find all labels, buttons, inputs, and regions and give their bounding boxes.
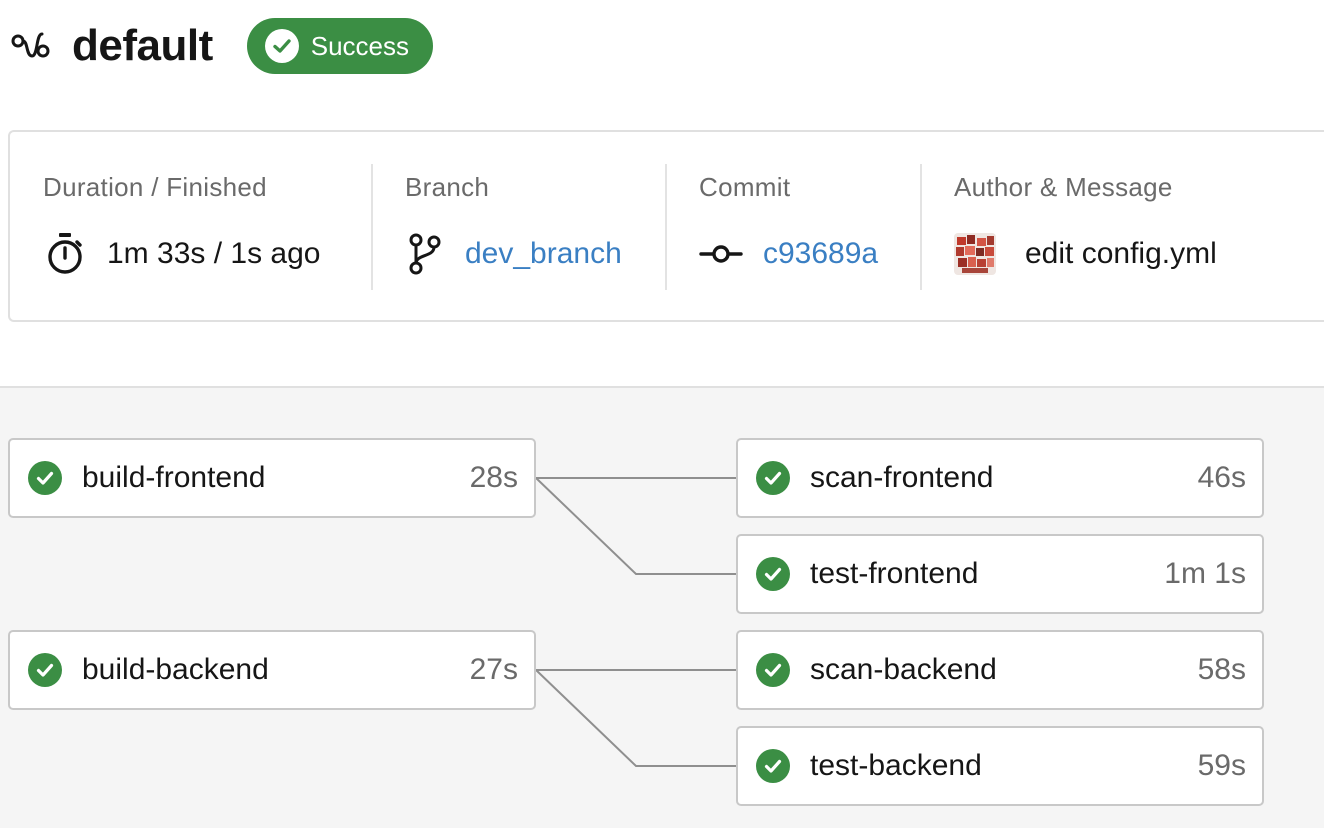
workflow-info-card: Duration / Finished 1m 33s / 1s ago Bran… xyxy=(8,130,1324,322)
commit-label: Commit xyxy=(699,172,791,202)
branch-icon xyxy=(405,232,445,276)
job-name: scan-backend xyxy=(810,653,997,686)
job-duration: 1m 1s xyxy=(1164,557,1246,590)
success-check-icon xyxy=(28,653,62,687)
job-name: test-backend xyxy=(810,749,982,782)
duration-label: Duration / Finished xyxy=(43,172,267,202)
duration-value: 1m 33s / 1s ago xyxy=(107,237,321,270)
success-check-icon xyxy=(756,461,790,495)
branch-label: Branch xyxy=(405,172,490,202)
duration-row: 1m 33s / 1s ago xyxy=(43,230,320,278)
job-duration: 58s xyxy=(1197,653,1246,686)
job-duration: 27s xyxy=(469,653,518,686)
status-label: Success xyxy=(310,30,409,61)
job-build-frontend[interactable]: build-frontend 28s xyxy=(8,438,536,518)
success-check-icon xyxy=(28,461,62,495)
job-name: build-backend xyxy=(82,653,269,686)
job-build-backend[interactable]: build-backend 27s xyxy=(8,630,536,710)
section-divider xyxy=(371,164,373,290)
job-duration: 59s xyxy=(1197,749,1246,782)
commit-row: c93689a xyxy=(699,230,878,278)
workflow-title: default xyxy=(72,21,213,70)
branch-link[interactable]: dev_branch xyxy=(465,237,622,271)
job-duration: 28s xyxy=(469,461,518,494)
check-circle-icon xyxy=(264,29,299,63)
job-scan-frontend[interactable]: scan-frontend 46s xyxy=(736,438,1264,518)
commit-icon xyxy=(699,232,743,276)
pipeline-graph: build-frontend 28s scan-frontend 46s tes… xyxy=(0,386,1324,828)
author-row: edit config.yml xyxy=(954,230,1217,278)
commit-message: edit config.yml xyxy=(1025,237,1217,270)
success-check-icon xyxy=(756,653,790,687)
success-check-icon xyxy=(756,749,790,783)
author-label: Author & Message xyxy=(954,172,1173,202)
job-test-backend[interactable]: test-backend 59s xyxy=(736,726,1264,806)
section-divider xyxy=(665,164,667,290)
job-scan-backend[interactable]: scan-backend 58s xyxy=(736,630,1264,710)
status-badge: Success xyxy=(246,18,433,74)
workflow-header: default Success xyxy=(10,18,433,74)
section-divider xyxy=(920,164,922,290)
commit-link[interactable]: c93689a xyxy=(763,237,878,271)
job-name: build-frontend xyxy=(82,461,266,494)
branch-row: dev_branch xyxy=(405,230,622,278)
stopwatch-icon xyxy=(43,232,87,276)
job-test-frontend[interactable]: test-frontend 1m 1s xyxy=(736,534,1264,614)
avatar[interactable] xyxy=(954,233,996,275)
workflow-icon xyxy=(10,26,50,66)
job-name: test-frontend xyxy=(810,557,979,590)
job-name: scan-frontend xyxy=(810,461,994,494)
job-duration: 46s xyxy=(1197,461,1246,494)
success-check-icon xyxy=(756,557,790,591)
